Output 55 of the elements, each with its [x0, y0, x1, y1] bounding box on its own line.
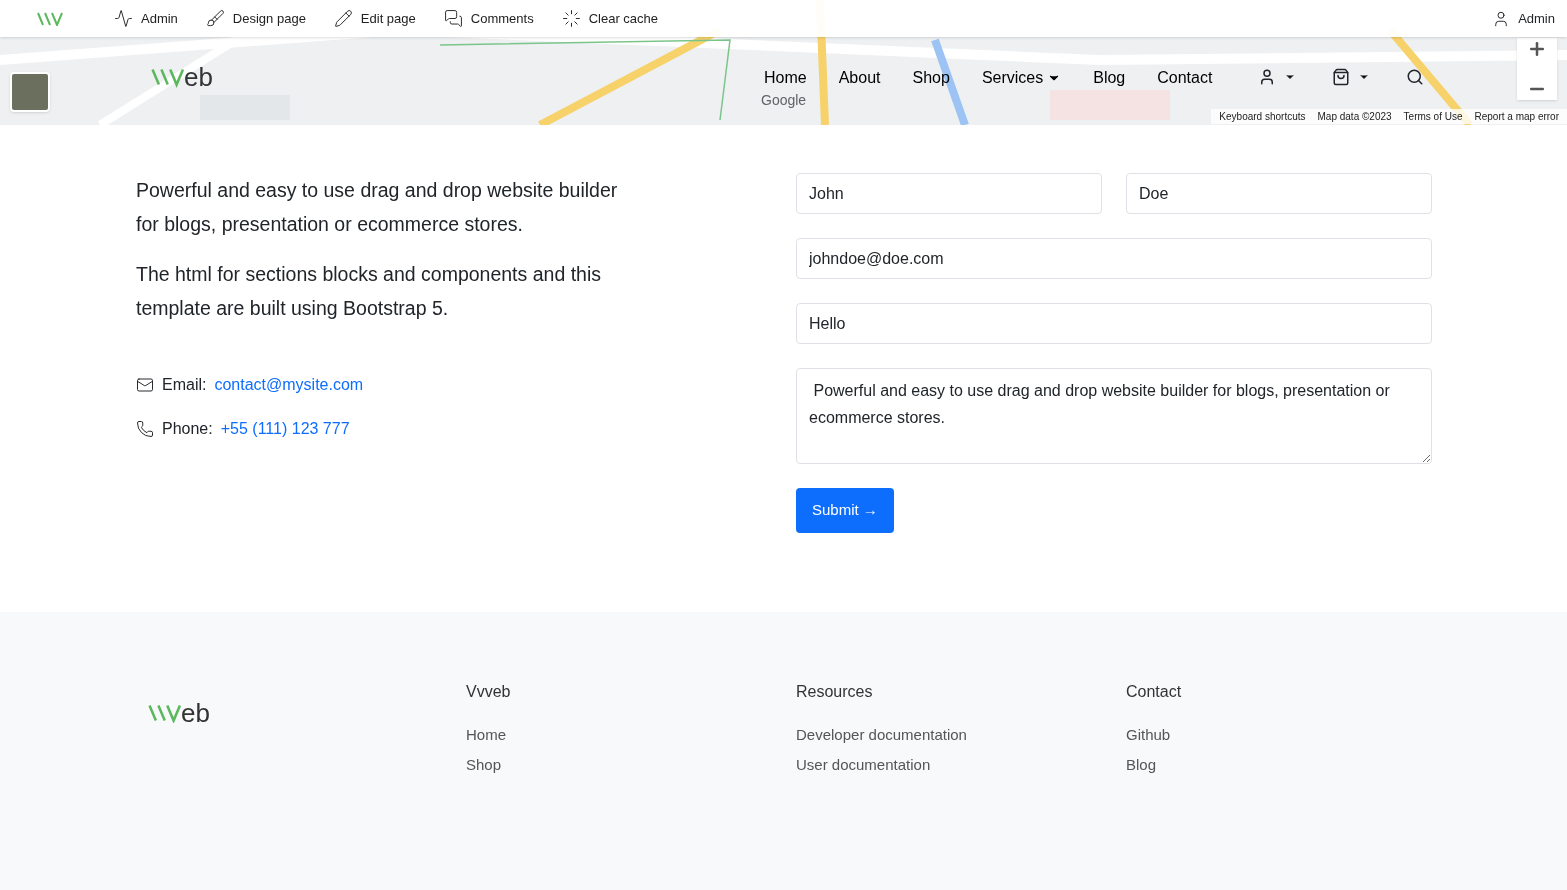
first-name-field[interactable]: John [796, 173, 1102, 214]
nav-link[interactable]: About [838, 66, 881, 90]
footer-link[interactable]: Blog [1126, 750, 1456, 780]
nav-link[interactable]: Services [981, 66, 1062, 90]
map-footer-link[interactable]: Keyboard shortcuts [1219, 109, 1306, 124]
comments-link[interactable]: Comments [443, 8, 534, 29]
footer-link[interactable]: Developer documentation [796, 720, 1126, 750]
contact-label: Email: [162, 375, 207, 395]
nav-link[interactable]: Home [764, 66, 807, 90]
message-field[interactable]: Powerful and easy to use drag and drop website builder for blogs, presentation or ecommerce stores. [796, 368, 1432, 464]
submit-button[interactable]: Submit → [796, 488, 894, 533]
footer-heading: Contact [1126, 682, 1183, 702]
footer-link[interactable]: User documentation [796, 750, 1126, 780]
mail-icon [136, 376, 154, 394]
cart-button[interactable] [1332, 68, 1370, 86]
pulse-icon [114, 9, 133, 28]
footer-link[interactable]: Home [466, 720, 796, 750]
last-name-field[interactable]: Doe [1126, 173, 1432, 214]
nav-link[interactable]: Shop [912, 66, 950, 90]
design-page-link[interactable]: Design page [205, 8, 306, 29]
account-button[interactable] [1258, 68, 1296, 86]
map-provider-text: Google [761, 91, 807, 110]
map-footer-link[interactable]: Map data ©2023 [1317, 109, 1392, 124]
logo-text: eb [181, 700, 210, 726]
user-icon [1258, 68, 1276, 86]
footer-link[interactable]: Github [1126, 720, 1456, 750]
map-type-thumbnail[interactable] [10, 72, 50, 112]
footer-heading: Vvveb [466, 682, 512, 702]
dashboard-link[interactable]: Admin [114, 8, 178, 29]
logo-text: eb [184, 64, 213, 90]
email-field[interactable]: johndoe@doe.com [796, 238, 1432, 279]
edit-page-link[interactable]: Edit page [333, 8, 416, 29]
zoom-in-icon[interactable] [1527, 39, 1547, 59]
comments-icon [443, 9, 463, 28]
clear-cache-link[interactable]: Clear cache [561, 8, 659, 29]
map-footer-link[interactable]: Report a map error [1474, 109, 1559, 124]
logo-icon [36, 11, 66, 26]
phone-icon [136, 420, 154, 438]
pencil-icon [333, 9, 353, 28]
search-button[interactable] [1406, 68, 1424, 86]
nav-link[interactable]: Blog [1093, 66, 1126, 90]
subject-field[interactable]: Hello [796, 303, 1432, 344]
footer-heading: Resources [796, 682, 874, 702]
map-footer-link[interactable]: Terms of Use [1403, 109, 1463, 124]
user-link[interactable]: Admin [1492, 8, 1555, 29]
contact-label: Phone: [162, 419, 213, 439]
bag-icon [1332, 68, 1350, 86]
brush-icon [205, 9, 225, 28]
phone-link[interactable]: +55 (111) 123 777 [220, 417, 350, 441]
footer-link[interactable]: Shop [466, 750, 796, 780]
intro-paragraph: The html for sections blocks and components and this template are built using Bootstrap 5. [136, 262, 602, 321]
search-icon [1406, 68, 1424, 86]
email-link[interactable]: contact@mysite.com [214, 373, 364, 397]
intro-paragraph: Powerful and easy to use drag and drop website builder for blogs, presentation or ecommerce stores. [136, 178, 619, 237]
nav-link[interactable]: Contact [1157, 66, 1213, 90]
